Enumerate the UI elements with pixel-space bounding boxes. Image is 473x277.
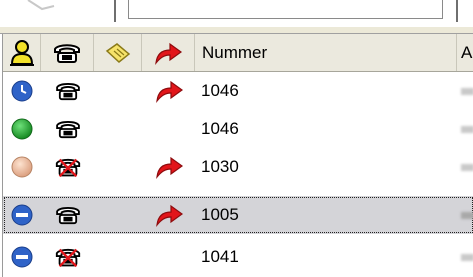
phone-disabled-icon [41, 238, 94, 276]
table-row[interactable]: 1041 [3, 238, 473, 276]
phone-icon [41, 196, 94, 234]
person-icon [9, 39, 34, 66]
column-header-label: A [461, 42, 473, 62]
forward-arrow-icon [142, 72, 195, 110]
nummer-cell: 1005 [201, 205, 239, 224]
status-dnd-icon [3, 238, 41, 276]
a-cell [457, 196, 473, 234]
a-cell [457, 72, 473, 110]
search-field[interactable] [128, 0, 443, 19]
phone-icon [54, 43, 80, 63]
toolbar [0, 0, 473, 34]
search-icon[interactable] [8, 0, 68, 14]
a-cell [457, 110, 473, 148]
column-header-note[interactable] [94, 34, 142, 71]
toolbar-separator [0, 27, 473, 34]
phone-icon [41, 110, 94, 148]
column-header-status[interactable] [3, 34, 41, 71]
column-header-phone[interactable] [41, 34, 94, 71]
column-header-forward[interactable] [142, 34, 195, 71]
table-row[interactable]: 1046 [3, 72, 473, 110]
table-row[interactable]: 1030 [3, 148, 473, 186]
table-row-selected[interactable]: 1005 [3, 196, 473, 234]
toolbar-divider [456, 0, 458, 22]
nummer-cell: 1030 [201, 157, 239, 176]
a-cell [457, 148, 473, 186]
phone-icon [41, 72, 94, 110]
note-icon [105, 42, 130, 63]
phone-disabled-icon [41, 148, 94, 186]
column-header-a[interactable]: A [457, 34, 473, 71]
forward-arrow-icon [142, 148, 195, 186]
a-cell [457, 238, 473, 276]
nummer-cell: 1046 [201, 119, 239, 138]
toolbar-divider [114, 0, 116, 22]
forward-arrow-icon [155, 42, 183, 65]
column-header-label: Nummer [202, 42, 268, 62]
nummer-cell: 1041 [201, 247, 239, 266]
status-dnd-icon [3, 196, 41, 234]
column-header-nummer[interactable]: Nummer [195, 34, 457, 71]
nummer-cell: 1046 [201, 81, 239, 100]
table-row[interactable]: 1046 [3, 110, 473, 148]
extension-grid: Nummer A 1046 1046 1030 1005 1041 [2, 34, 473, 277]
forward-arrow-icon [142, 196, 195, 234]
status-blue-clock-icon [3, 72, 41, 110]
status-peach-icon [3, 148, 41, 186]
status-green-icon [3, 110, 41, 148]
grid-header: Nummer A [3, 34, 473, 72]
